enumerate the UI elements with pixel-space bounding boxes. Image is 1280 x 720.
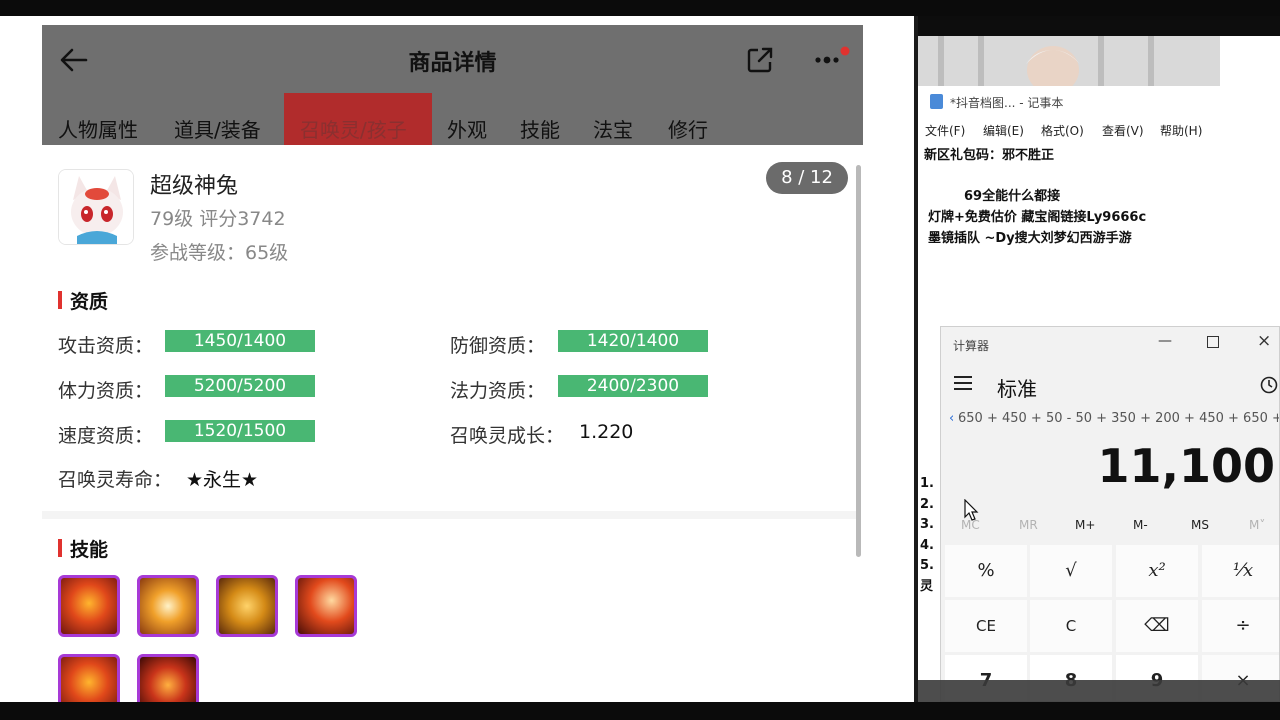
tab-treasure[interactable]: 法宝: [593, 93, 633, 145]
notepad-menu-help[interactable]: 帮助(H): [1160, 122, 1202, 139]
calculator-title: 计算器: [953, 339, 990, 353]
notepad-fragment: 1.: [920, 476, 934, 491]
lifespan-label: 召唤灵寿命：: [58, 469, 173, 491]
notepad-line: 灯牌+免费估价 藏宝阁链接Ly9666c: [928, 210, 1147, 225]
reciprocal-button[interactable]: ¹⁄x: [1202, 545, 1279, 597]
more-options-icon[interactable]: [810, 45, 850, 75]
memory-recall-button[interactable]: MR: [1019, 518, 1038, 532]
hamburger-menu-icon[interactable]: [953, 375, 973, 395]
page-counter-badge: 8 / 12: [766, 162, 848, 194]
notepad-app-icon: [930, 94, 943, 109]
overlay-bar: [918, 680, 1280, 702]
calculator-mode: 标准: [997, 377, 1037, 401]
memory-store-button[interactable]: MS: [1191, 518, 1209, 532]
notepad-hidden-lines: 1. 2. 3. 4. 5. 灵: [920, 474, 940, 598]
hp-aptitude-value: 5200/5200: [165, 375, 315, 397]
skill-lion-icon[interactable]: [216, 575, 278, 637]
tab-skills[interactable]: 技能: [520, 93, 560, 145]
pet-avatar: [58, 169, 134, 245]
notepad-fragment: 4.: [920, 537, 934, 553]
speed-aptitude-value: 1520/1500: [165, 420, 315, 442]
top-black-bar: [0, 0, 1280, 16]
tab-cultivation[interactable]: 修行: [668, 93, 708, 145]
notepad-menu-format[interactable]: 格式(O): [1041, 122, 1084, 139]
scroll-left-icon[interactable]: ‹: [949, 411, 954, 426]
defense-aptitude-label: 防御资质：: [450, 335, 546, 357]
defense-aptitude-value: 1420/1400: [558, 330, 708, 352]
square-button[interactable]: x²: [1116, 545, 1198, 597]
mana-aptitude-value: 2400/2300: [558, 375, 708, 397]
tab-summon[interactable]: 召唤灵/孩子: [300, 93, 407, 145]
share-icon[interactable]: [744, 44, 776, 76]
skill-demon-icon[interactable]: [137, 654, 199, 702]
phone-app: 商品详情 人物属性 道具/装备 召唤灵/孩子 外观 技能 法宝 修行 超级神兔 …: [42, 25, 863, 702]
tab-appearance[interactable]: 外观: [447, 93, 487, 145]
clear-button[interactable]: C: [1030, 600, 1112, 652]
notepad-menu-view[interactable]: 查看(V): [1102, 122, 1144, 139]
notepad-window-title: *抖音档图... - 记事本: [950, 96, 1064, 110]
sqrt-button[interactable]: √: [1030, 545, 1112, 597]
growth-label: 召唤灵成长：: [450, 425, 565, 447]
skill-flame-icon[interactable]: [58, 654, 120, 702]
memory-subtract-button[interactable]: M-: [1133, 518, 1148, 532]
notepad-fragment: 5.: [920, 558, 934, 574]
hp-aptitude-label: 体力资质：: [58, 380, 154, 402]
webcam-feed: [918, 36, 1220, 86]
notepad-menu-edit[interactable]: 编辑(E): [983, 122, 1024, 139]
bottom-black-bar: [0, 702, 1280, 720]
notepad-line: 69全能什么都接: [964, 189, 1061, 204]
scrollbar[interactable]: [856, 165, 861, 557]
notepad-fragment: 3.: [920, 517, 934, 533]
speed-aptitude-label: 速度资质：: [58, 425, 154, 447]
stream-overlay-strip: [918, 16, 1280, 36]
calc-expression: 650 + 450 + 50 - 50 + 350 + 200 + 450 + …: [958, 411, 1280, 426]
lifespan-value: ★永生★: [186, 469, 259, 491]
maximize-icon[interactable]: [1207, 336, 1219, 348]
attack-aptitude-value: 1450/1400: [165, 330, 315, 352]
divide-button[interactable]: ÷: [1202, 600, 1279, 652]
skill-slash-icon[interactable]: [295, 575, 357, 637]
minimize-icon[interactable]: —: [1155, 333, 1175, 349]
tab-items[interactable]: 道具/装备: [174, 93, 261, 145]
close-icon[interactable]: ×: [1257, 331, 1271, 351]
percent-button[interactable]: %: [945, 545, 1027, 597]
section-marker: [58, 539, 62, 557]
mana-aptitude-label: 法力资质：: [450, 380, 546, 402]
page-title: 商品详情: [408, 51, 497, 76]
pet-battle-level: 参战等级：65级: [150, 242, 289, 264]
section-divider: [42, 511, 859, 519]
notepad-line: 墨镜插队 ~Dy搜大刘梦幻西游手游: [928, 231, 1132, 246]
skill-fire-icon[interactable]: [58, 575, 120, 637]
pet-level-score: 79级 评分3742: [150, 208, 286, 230]
clear-entry-button[interactable]: CE: [945, 600, 1027, 652]
skills-title: 技能: [70, 539, 109, 561]
notepad-fragment: 2.: [920, 496, 934, 512]
mouse-cursor-icon: [963, 498, 979, 525]
growth-value: 1.220: [579, 421, 634, 443]
memory-add-button[interactable]: M+: [1075, 518, 1095, 532]
memory-list-button[interactable]: M˅: [1249, 518, 1265, 532]
calc-display: 11,100: [1097, 439, 1275, 493]
calculator-window: 计算器 — × 标准 ‹ 650 + 450 + 50 - 50 + 350 +…: [940, 326, 1280, 702]
notepad-fragment: 灵: [920, 578, 934, 594]
backspace-button[interactable]: ⌫: [1116, 600, 1198, 652]
aptitude-title: 资质: [70, 291, 109, 313]
tab-character[interactable]: 人物属性: [58, 93, 138, 145]
notepad-line: 新区礼包码：邪不胜正: [924, 148, 1055, 163]
section-marker: [58, 291, 62, 309]
pet-name: 超级神兔: [150, 174, 239, 199]
history-icon[interactable]: [1259, 375, 1279, 399]
notepad-menu-file[interactable]: 文件(F): [925, 122, 965, 139]
skill-rabbit-icon[interactable]: [137, 575, 199, 637]
attack-aptitude-label: 攻击资质：: [58, 335, 154, 357]
